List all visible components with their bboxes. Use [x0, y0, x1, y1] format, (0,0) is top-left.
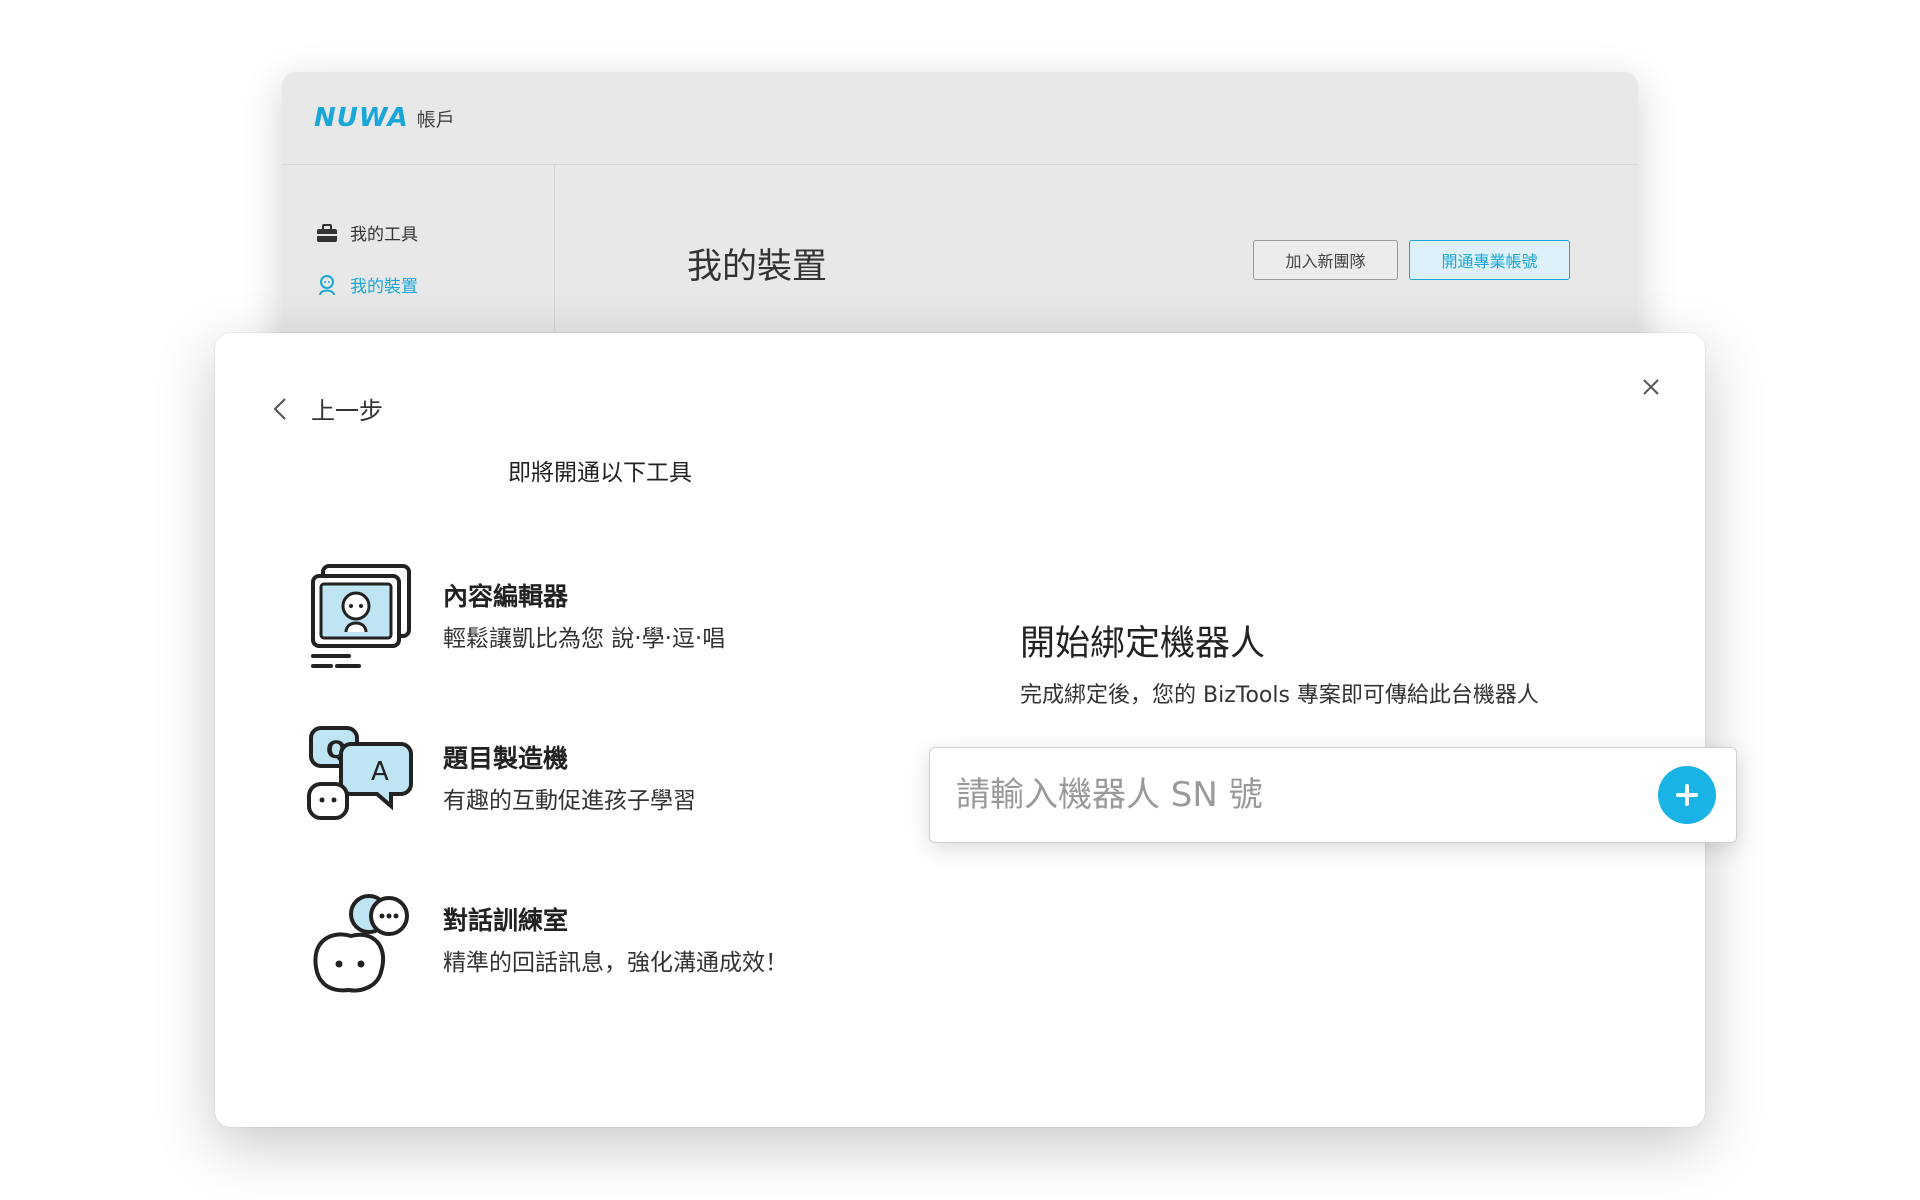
back-button[interactable]: 上一步 [273, 391, 383, 426]
join-team-button[interactable]: 加入新團隊 [1253, 240, 1398, 280]
bind-description: 完成綁定後，您的 BizTools 專案即可傳給此台機器人 [1020, 683, 1539, 708]
robot-icon [319, 274, 335, 295]
account-label: 帳戶 [416, 108, 455, 131]
bind-title: 開始綁定機器人 [1020, 624, 1266, 664]
tool-item-qa-maker: Q A 題目製造機 有趣的互動促進孩子學習 [303, 718, 696, 836]
tool-name: 對話訓練室 [443, 906, 569, 935]
tool-text: 題目製造機 有趣的互動促進孩子學習 [443, 739, 696, 815]
app-header: NUWA 帳戶 [282, 72, 1638, 165]
back-label: 上一步 [311, 397, 383, 425]
tool-description: 有趣的互動促進孩子學習 [443, 788, 696, 814]
nuwa-logo: NUWA [314, 103, 409, 133]
toolbox-icon [317, 223, 337, 242]
chevron-left-icon [273, 397, 286, 420]
qa-maker-icon: Q A [307, 726, 413, 820]
plus-icon [1676, 784, 1698, 806]
tool-text: 內容編輯器 輕鬆讓凱比為您 說‧學‧逗‧唱 [443, 577, 725, 653]
add-robot-button[interactable] [1658, 766, 1716, 824]
tool-name: 題目製造機 [443, 744, 569, 773]
sn-input[interactable] [930, 747, 1658, 843]
close-button[interactable] [1637, 373, 1665, 401]
tool-item-dialog-training: 對話訓練室 精準的回話訊息，強化溝通成效！ [303, 880, 788, 998]
sidebar-item-label: 我的工具 [350, 225, 418, 245]
sidebar-item-my-devices[interactable]: 我的裝置 [316, 272, 418, 297]
tool-description: 精準的回話訊息，強化溝通成效！ [443, 950, 788, 976]
dialog-training-icon [313, 894, 409, 993]
activate-pro-button[interactable]: 開通專業帳號 [1409, 240, 1570, 280]
sn-input-box [929, 747, 1737, 843]
sidebar-item-label: 我的裝置 [350, 277, 418, 297]
tool-description: 輕鬆讓凱比為您 說‧學‧逗‧唱 [443, 626, 726, 652]
tool-item-content-editor: 內容編輯器 輕鬆讓凱比為您 說‧學‧逗‧唱 [303, 556, 725, 674]
tools-subtitle: 即將開通以下工具 [508, 460, 692, 486]
bind-robot-modal: 上一步 即將開通以下工具 內容編輯器 輕鬆讓凱比為您 說‧學‧逗‧唱 Q A 題… [215, 333, 1737, 1127]
content-editor-icon [311, 564, 411, 668]
tool-name: 內容編輯器 [443, 582, 569, 611]
svg-text:A: A [371, 757, 389, 787]
sidebar-item-my-tools[interactable]: 我的工具 [316, 220, 418, 245]
screen: NUWA 帳戶 我的工具 我的裝置 我的裝置 加入新團隊 開通專業帳號 上一步 … [0, 0, 1920, 1200]
close-icon [1643, 379, 1659, 395]
page-title: 我的裝置 [687, 247, 828, 287]
tool-text: 對話訓練室 精準的回話訊息，強化溝通成效！ [443, 901, 788, 977]
